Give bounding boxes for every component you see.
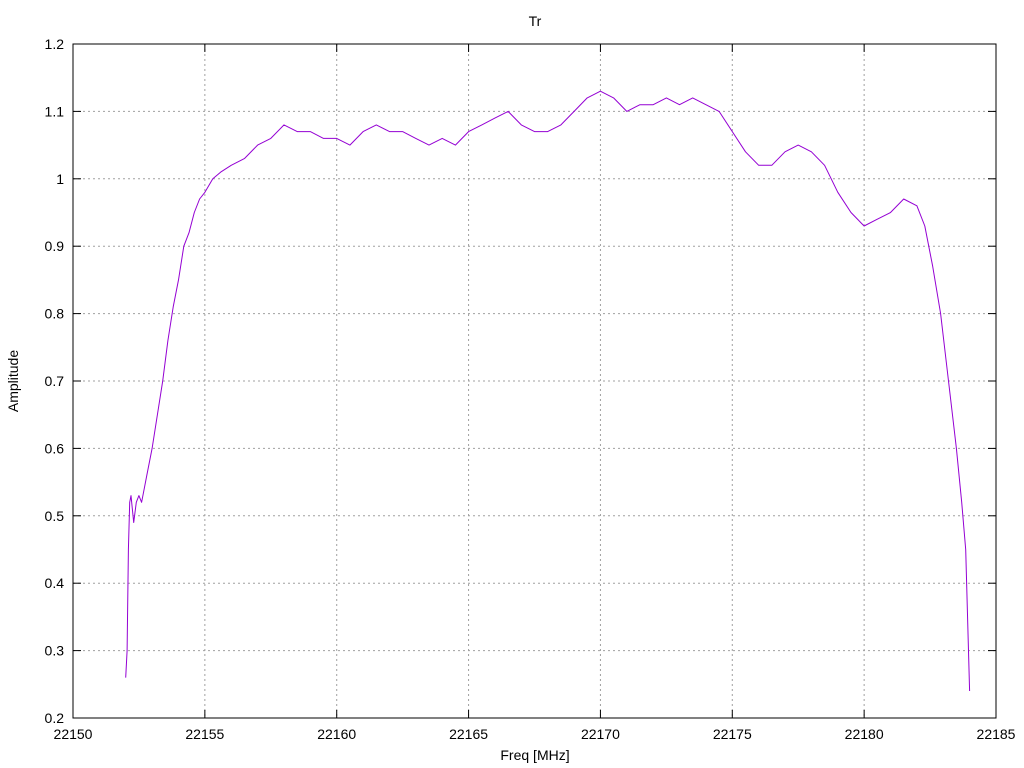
y-tick-label: 0.4 (45, 575, 65, 591)
y-tick-label: 0.6 (45, 440, 65, 456)
x-tick-label: 22150 (54, 726, 93, 742)
y-tick-label: 1.2 (45, 36, 65, 52)
y-tick-label: 1 (56, 171, 64, 187)
x-axis-label: Freq [MHz] (500, 747, 569, 763)
grid-lines (73, 44, 996, 718)
y-tick-label: 0.5 (45, 508, 65, 524)
y-tick-label: 1.1 (45, 103, 65, 119)
chart-title: Tr (529, 13, 542, 29)
y-tick-label: 0.9 (45, 238, 65, 254)
x-tick-label: 22175 (713, 726, 752, 742)
x-tick-labels: 22150 22155 22160 22165 22170 22175 22180 22185 (54, 726, 1016, 742)
y-tick-label: 0.2 (45, 710, 65, 726)
y-tick-labels: 0.2 0.3 0.4 0.5 0.6 0.7 0.8 0.9 1 1.1 1.2 (45, 36, 65, 726)
series-line (125, 90, 971, 692)
x-tick-label: 22160 (317, 726, 356, 742)
x-tick-label: 22170 (581, 726, 620, 742)
x-tick-label: 22185 (977, 726, 1016, 742)
y-tick-label: 0.8 (45, 306, 65, 322)
x-tick-label: 22165 (449, 726, 488, 742)
x-tick-label: 22155 (185, 726, 224, 742)
y-axis-label: Amplitude (5, 350, 21, 412)
y-tick-label: 0.3 (45, 643, 65, 659)
series-layer (125, 90, 971, 692)
x-tick-label: 22180 (845, 726, 884, 742)
line-chart: 22150 22155 22160 22165 22170 22175 22180 22185… (5, 13, 1016, 763)
y-tick-label: 0.7 (45, 373, 65, 389)
